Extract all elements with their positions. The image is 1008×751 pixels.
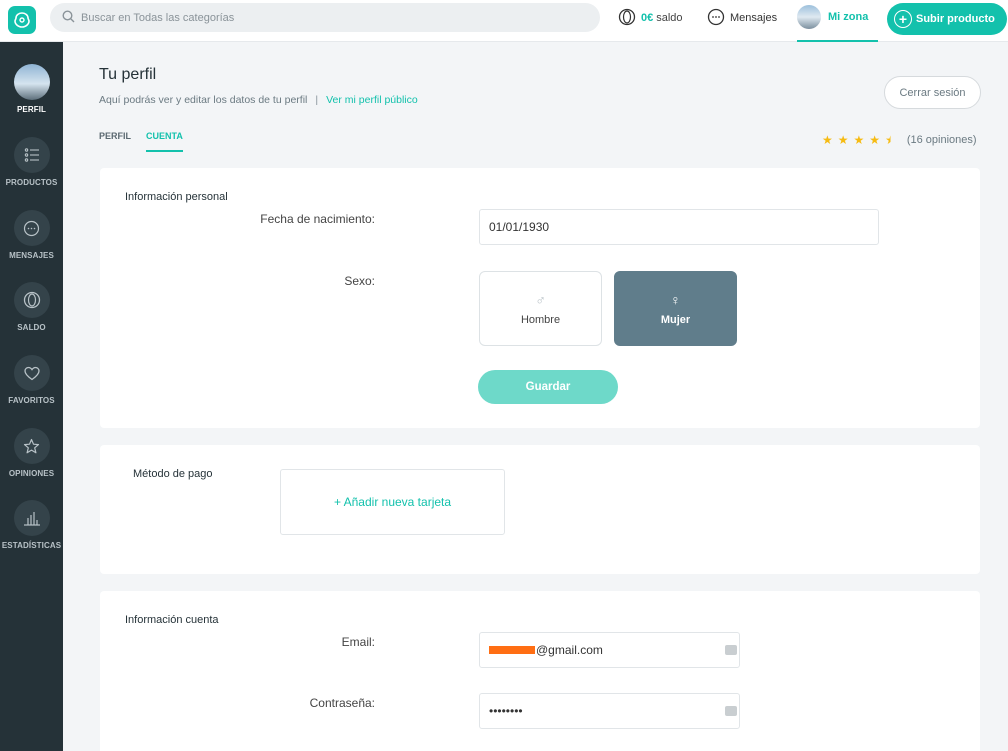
add-card-label: + Añadir nueva tarjeta — [333, 495, 452, 509]
sidebar-item-estadisticas[interactable]: ESTADÍSTICAS — [0, 500, 63, 550]
upload-product-label: Subir producto — [916, 13, 995, 25]
saldo-amount: 0€ — [641, 12, 654, 24]
top-bar: 0€ saldo Mensajes Mi zona + Subir produc… — [0, 0, 1008, 42]
male-label: Hombre — [520, 313, 561, 326]
tab-cuenta[interactable]: CUENTA — [146, 131, 183, 152]
password-field[interactable]: •••••••• — [479, 693, 740, 729]
heart-icon — [13, 355, 50, 391]
email-label: Email: — [341, 635, 375, 649]
sidebar-item-label: PRODUCTOS — [5, 178, 58, 187]
avatar — [797, 5, 821, 29]
half-star-icon: ★ — [885, 133, 896, 147]
app-logo-icon[interactable] — [8, 6, 36, 34]
password-manager-icon[interactable] — [725, 706, 737, 716]
search-icon — [62, 9, 75, 26]
plus-icon: + — [894, 10, 912, 28]
sidebar-item-mensajes[interactable]: MENSAJES — [0, 210, 63, 260]
chat-icon — [13, 210, 50, 246]
search-bar[interactable] — [50, 3, 600, 32]
nav-saldo[interactable]: 0€ saldo — [618, 0, 683, 36]
star-icon: ★ — [869, 133, 881, 147]
sidebar-item-saldo[interactable]: SALDO — [0, 282, 63, 332]
saldo-label: saldo — [656, 12, 683, 24]
star-icon: ★ — [822, 133, 833, 147]
list-icon — [13, 137, 50, 173]
wallet-icon — [618, 8, 636, 29]
password-label: Contraseña: — [309, 696, 375, 710]
subtitle-text: Aquí podrás ver y editar los datos de tu… — [99, 94, 308, 106]
star-icon: ★ — [853, 133, 865, 147]
redaction-mark — [489, 646, 535, 654]
public-profile-link[interactable]: Ver mi perfil público — [326, 94, 418, 106]
upload-product-button[interactable]: + Subir producto — [887, 3, 1007, 35]
avatar — [13, 64, 50, 100]
payment-card: Método de pago + Añadir nueva tarjeta — [100, 445, 980, 574]
sidebar-item-label: FAVORITOS — [8, 396, 55, 405]
sidebar-item-opiniones[interactable]: OPINIONES — [0, 428, 63, 478]
rating-count: (16 opiniones) — [906, 134, 977, 146]
sidebar-item-perfil[interactable]: PERFIL — [0, 64, 63, 114]
star-icon: ★ — [837, 133, 849, 147]
chat-icon — [707, 8, 725, 29]
sidebar-item-label: ESTADÍSTICAS — [1, 541, 62, 550]
wallet-icon — [13, 282, 50, 318]
star-icon — [13, 428, 50, 464]
logout-button[interactable]: Cerrar sesión — [884, 76, 981, 109]
page-title: Tu perfil — [99, 66, 157, 83]
sidebar-item-label: PERFIL — [16, 105, 47, 114]
sex-option-male[interactable]: ♂ Hombre — [479, 271, 602, 346]
sidebar-item-label: OPINIONES — [8, 469, 55, 478]
nav-mi-zona[interactable]: Mi zona — [797, 0, 878, 42]
personal-info-heading: Información personal — [125, 191, 228, 203]
birthdate-field[interactable]: 01/01/1930 — [479, 209, 879, 245]
save-button[interactable]: Guardar — [478, 370, 618, 404]
nav-mensajes[interactable]: Mensajes — [707, 0, 777, 36]
payment-heading: Método de pago — [133, 468, 213, 480]
account-info-heading: Información cuenta — [125, 614, 219, 626]
profile-tabs: PERFIL CUENTA — [99, 131, 198, 152]
add-card-button[interactable]: + Añadir nueva tarjeta — [280, 469, 505, 535]
female-icon: ♀ — [670, 291, 681, 308]
sex-option-female[interactable]: ♀ Mujer — [614, 271, 737, 346]
email-field[interactable]: @gmail.com — [479, 632, 740, 668]
rating[interactable]: ★ ★ ★ ★ ★ (16 opiniones) — [822, 133, 977, 147]
subtitle-separator: | — [315, 94, 319, 106]
male-icon: ♂ — [535, 291, 546, 308]
account-info-card: Información cuenta Email: @gmail.com Con… — [100, 591, 980, 751]
birthdate-value: 01/01/1930 — [489, 220, 550, 234]
sidebar-item-label: MENSAJES — [9, 251, 54, 260]
search-input[interactable] — [81, 11, 581, 24]
sidebar-item-productos[interactable]: PRODUCTOS — [0, 137, 63, 187]
email-value: @gmail.com — [536, 643, 603, 657]
password-manager-icon[interactable] — [725, 645, 737, 655]
mi-zona-label: Mi zona — [828, 11, 869, 23]
mensajes-label: Mensajes — [730, 12, 778, 24]
password-value: •••••••• — [489, 704, 523, 718]
sidebar-item-label: SALDO — [17, 323, 46, 332]
sex-label: Sexo: — [344, 274, 375, 288]
chart-icon — [13, 500, 50, 536]
female-label: Mujer — [660, 313, 691, 326]
sidebar-item-favoritos[interactable]: FAVORITOS — [0, 355, 63, 405]
page-subtitle: Aquí podrás ver y editar los datos de tu… — [99, 94, 418, 106]
personal-info-card: Información personal Fecha de nacimiento… — [100, 168, 980, 428]
sidebar: PERFIL PRODUCTOS MENSAJES SALDO FAVORITO… — [0, 42, 63, 751]
tab-perfil[interactable]: PERFIL — [99, 131, 131, 152]
birthdate-label: Fecha de nacimiento: — [260, 212, 375, 226]
